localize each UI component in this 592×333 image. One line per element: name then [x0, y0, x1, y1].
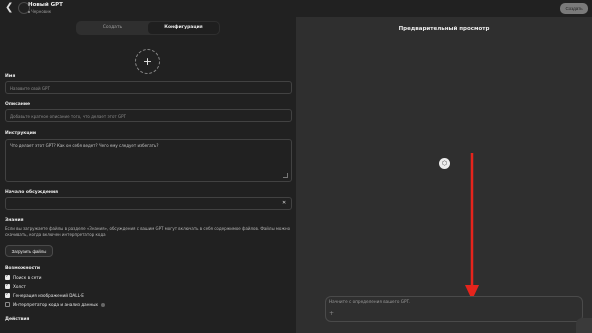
info-icon[interactable] [101, 303, 105, 307]
close-icon[interactable]: ✕ [282, 200, 286, 206]
preview-input-placeholder: Начните с определения вашего GPT. [329, 299, 410, 304]
checkbox-unchecked-icon[interactable] [5, 302, 10, 307]
conversation-starter-input[interactable] [5, 197, 292, 210]
capability-label: Поиск в сети [13, 275, 42, 280]
checkbox-checked-icon[interactable] [5, 283, 10, 289]
draft-status: Черновик [28, 9, 51, 14]
preview-title: Предварительный просмотр [398, 26, 490, 32]
mode-tabs: Создать Конфигурация [76, 21, 220, 35]
description-placeholder: Добавьте краткое описание того, что дела… [10, 114, 126, 119]
knowledge-description: Если вы загружаете файлы в разделе «Знан… [5, 226, 291, 237]
chevron-left-icon[interactable]: ❮ [5, 3, 15, 13]
resize-handle-icon[interactable] [283, 173, 288, 178]
preview-panel: Предварительный просмотр ⬡ Начните с опр… [296, 17, 592, 333]
name-label: Имя [5, 74, 16, 79]
name-input[interactable]: Назовите свой GPT [5, 81, 292, 94]
capability-label: Генерация изображений DALL·E [13, 293, 84, 298]
capability-label: Холст [13, 284, 26, 289]
knowledge-label: Знания [5, 218, 24, 223]
actions-label: Действия [5, 317, 30, 322]
gpt-title: Новый GPT [28, 2, 63, 8]
scroll-corner [576, 318, 592, 333]
draft-status-label: Черновик [31, 9, 52, 14]
description-label: Описание [5, 102, 31, 107]
capability-label: Интерпретатор кода и анализ данных [13, 302, 98, 307]
top-bar: ❮ Новый GPT Черновик Создать [0, 0, 592, 17]
conversation-starters-label: Начало обсуждения [5, 190, 59, 195]
attach-plus-icon[interactable]: + [329, 310, 334, 317]
add-image-button[interactable]: + [135, 49, 160, 74]
preview-message-input[interactable]: Начните с определения вашего GPT. + [325, 296, 583, 322]
config-panel: Создать Конфигурация + Имя Назовите свой… [0, 17, 296, 333]
capabilities-label: Возможности [5, 266, 41, 271]
create-button[interactable]: Создать [560, 3, 588, 14]
name-placeholder: Назовите свой GPT [10, 86, 50, 91]
upload-files-button[interactable]: Загрузить файлы [5, 245, 53, 257]
instructions-textarea[interactable]: Что делает этот GPT? Как он себя ведет? … [5, 139, 292, 182]
plus-icon: + [142, 55, 153, 68]
instructions-placeholder: Что делает этот GPT? Как он себя ведет? … [10, 143, 159, 148]
status-dot-icon [28, 11, 30, 13]
instructions-label: Инструкции [5, 131, 37, 136]
checkbox-checked-icon[interactable] [5, 292, 10, 298]
tab-create[interactable]: Создать [77, 22, 148, 34]
checkbox-checked-icon[interactable] [5, 274, 10, 280]
description-input[interactable]: Добавьте краткое описание того, что дела… [5, 109, 292, 122]
tab-configure[interactable]: Конфигурация [148, 22, 219, 34]
red-arrow-annotation [465, 153, 479, 300]
cube-icon: ⬡ [439, 158, 450, 169]
